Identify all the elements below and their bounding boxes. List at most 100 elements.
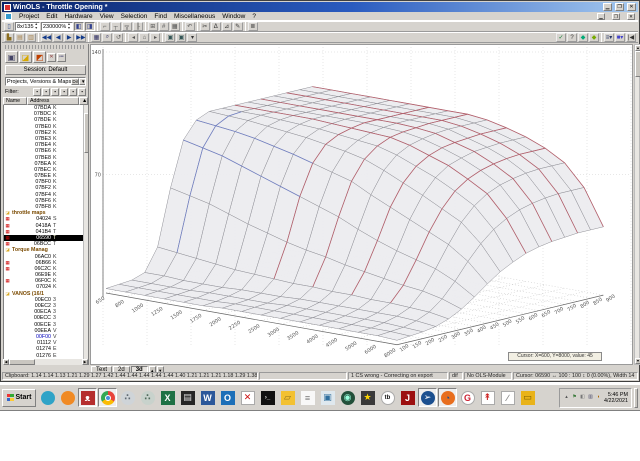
taskbar-app-drop[interactable] — [38, 388, 57, 407]
help-cursor-button[interactable]: ? — [567, 33, 577, 42]
close-panel-button[interactable]: ✕ — [47, 52, 56, 62]
taskbar-app-gdata[interactable]: G — [458, 388, 477, 407]
dock-left-button[interactable]: |◀ — [626, 33, 636, 42]
axis-top-button[interactable]: ┬ — [110, 22, 121, 31]
grid-small-button[interactable]: ⊞ — [147, 22, 158, 31]
taskbar-app-redx[interactable]: ✕ — [238, 388, 257, 407]
taskbar-app-book[interactable]: ▤ — [178, 388, 197, 407]
view-version-button[interactable]: ◨ — [84, 22, 95, 31]
nav-last-button[interactable]: ▶▶ — [75, 33, 87, 42]
taskbar-app-tb[interactable]: tb — [378, 388, 397, 407]
import-map-button[interactable]: ◩ — [33, 51, 46, 63]
open-project-button[interactable]: ◪ — [19, 51, 32, 63]
home-button[interactable]: ⌂ — [139, 33, 150, 42]
taskbar-app-excel[interactable]: X — [158, 388, 177, 407]
maximize-button[interactable]: ❐ — [615, 3, 624, 11]
axis-both-button[interactable]: ╦ — [121, 22, 132, 31]
chart-vscrollbar[interactable]: ▲ ▼ — [634, 44, 640, 365]
filter-button-1[interactable]: ▪ — [33, 88, 41, 96]
filter-button-3[interactable]: ▪ — [51, 88, 59, 96]
taskbar-app-tower[interactable]: ↟ — [478, 388, 497, 407]
menu-project[interactable]: Project — [19, 13, 39, 20]
cut-button[interactable]: ✂ — [199, 22, 210, 31]
taskbar-app-jdownloader[interactable]: J — [398, 388, 417, 407]
nav-first-button[interactable]: ◀◀ — [41, 33, 53, 42]
table-button[interactable]: ▦ — [91, 33, 102, 42]
window-mode-combo[interactable]: ■▾ — [615, 33, 625, 42]
mdi-close-button[interactable]: ✕ — [627, 12, 635, 20]
spin-arrows-icon[interactable]: ▲ ▼ — [35, 22, 38, 30]
menu-find[interactable]: Find — [154, 13, 167, 20]
tray-icon-4[interactable]: ▥ — [587, 394, 594, 401]
checksum-button[interactable]: ✓ — [556, 33, 566, 42]
map-3d-view[interactable]: 140 70 100 150 200 250 300 350 400 450 500 550 600 65… — [90, 44, 633, 365]
taskbar-app-winols[interactable]: ᴥ — [78, 388, 97, 407]
taskbar-app-word[interactable]: W — [198, 388, 217, 407]
mix-dropdown[interactable]: ▾ — [187, 33, 198, 42]
session-button[interactable]: Session: Default — [5, 65, 86, 75]
taskbar-app-outlook[interactable]: O — [218, 388, 237, 407]
menu-miscellaneous[interactable]: Miscellaneous — [174, 13, 215, 20]
filter-button-4[interactable]: ▪ — [60, 88, 68, 96]
project-open-icon[interactable]: ▙ — [4, 33, 14, 42]
save-session-button[interactable]: ▣ — [5, 51, 18, 63]
taskbar-app-claw2[interactable]: ∴ — [138, 388, 157, 407]
close-button[interactable]: ✕ — [627, 3, 636, 11]
filter-button-5[interactable]: ▪ — [69, 88, 77, 96]
column-address[interactable]: Address — [27, 97, 79, 105]
delta-button[interactable]: Δ — [210, 22, 221, 31]
taskbar-app-wrench[interactable]: ∕ — [498, 388, 517, 407]
undo-button[interactable]: ↶ — [184, 22, 195, 31]
list-view-button[interactable]: ≣ — [247, 22, 258, 31]
nav-next-button[interactable]: ▶ — [64, 33, 75, 42]
slope-button[interactable]: ⊿ — [221, 22, 232, 31]
taskbar-app-toolbox[interactable]: ▭ — [518, 388, 537, 407]
tree-mode-combo[interactable]: Projects, Versions & Maps Dir ▼ — [5, 77, 86, 86]
panel-grip[interactable] — [5, 45, 86, 49]
taskbar-app-swirl[interactable]: ◔ — [438, 388, 457, 407]
column-name[interactable]: Name — [3, 97, 27, 105]
map-list[interactable]: 07BDA K 07BDC K 07BDE K 07BE0 K 07BE2 K 07BE3 K 07BE… — [3, 105, 88, 359]
tray-icon-5[interactable]: ◗ — [595, 394, 602, 401]
list-vscrollbar[interactable] — [83, 105, 88, 359]
nav-prev-button[interactable]: ◀ — [53, 33, 64, 42]
refresh-button[interactable]: ↺ — [113, 33, 124, 42]
compare-button[interactable]: ▣ — [165, 33, 176, 42]
taskbar-app-dove[interactable]: ➢ — [418, 388, 437, 407]
taskbar-app-orb[interactable]: ◉ — [338, 388, 357, 407]
zoom-level-spin[interactable]: 230000% ▲ ▼ — [40, 22, 73, 31]
menu-view[interactable]: View — [100, 13, 114, 20]
axis-left-button[interactable]: ╟ — [132, 22, 143, 31]
text-view-button[interactable]: ▥ — [26, 33, 36, 42]
taskbar-app-star[interactable]: ★ — [358, 388, 377, 407]
menu-window[interactable]: Window — [222, 13, 245, 20]
taskbar-app-claw1[interactable]: ∴ — [118, 388, 137, 407]
prev-map-button[interactable]: ◂ — [128, 33, 139, 42]
title-bar[interactable]: WinOLS - Throttle Opening * ▁ ❐ ✕ — [2, 2, 638, 12]
menu-selection[interactable]: Selection — [121, 13, 148, 20]
spin-arrows-icon[interactable]: ▲ ▼ — [67, 22, 70, 30]
diff-button[interactable]: ▣ — [176, 33, 187, 42]
scroll-down-icon[interactable]: ▼ — [635, 358, 640, 364]
filter-button-2[interactable]: ▪ — [42, 88, 50, 96]
mdi-minimize-button[interactable]: ▁ — [597, 12, 605, 20]
window-list-combo[interactable]: ≡▾ — [604, 33, 614, 42]
taskbar-app-cmd[interactable]: ›_ — [258, 388, 277, 407]
tray-icon-3[interactable]: ◧ — [579, 394, 586, 401]
map-doc-icon[interactable]: ▯ — [4, 22, 14, 31]
insert-row-top-button[interactable]: ⌐ — [99, 22, 110, 31]
grid-hash-button[interactable]: # — [158, 22, 169, 31]
signature-button[interactable]: ◆ — [589, 33, 599, 42]
taskbar-app-orange[interactable] — [58, 388, 77, 407]
tray-icon-1[interactable]: ▴ — [563, 394, 570, 401]
element-size-spin[interactable]: 8x/135 ▲ ▼ — [15, 22, 40, 31]
taskbar-app-computer[interactable]: ▣ — [318, 388, 337, 407]
hex-view-button[interactable]: ▤ — [15, 33, 25, 42]
scroll-up-icon[interactable]: ▲ — [635, 45, 640, 51]
hex-export-button[interactable]: ◆ — [578, 33, 588, 42]
menu-[interactable]: ? — [252, 13, 256, 20]
taskbar-app-folder[interactable]: ▱ — [278, 388, 297, 407]
next-map-button[interactable]: ▸ — [150, 33, 161, 42]
filter-button-6[interactable]: ▪ — [78, 88, 86, 96]
menu-hardware[interactable]: Hardware — [64, 13, 92, 20]
